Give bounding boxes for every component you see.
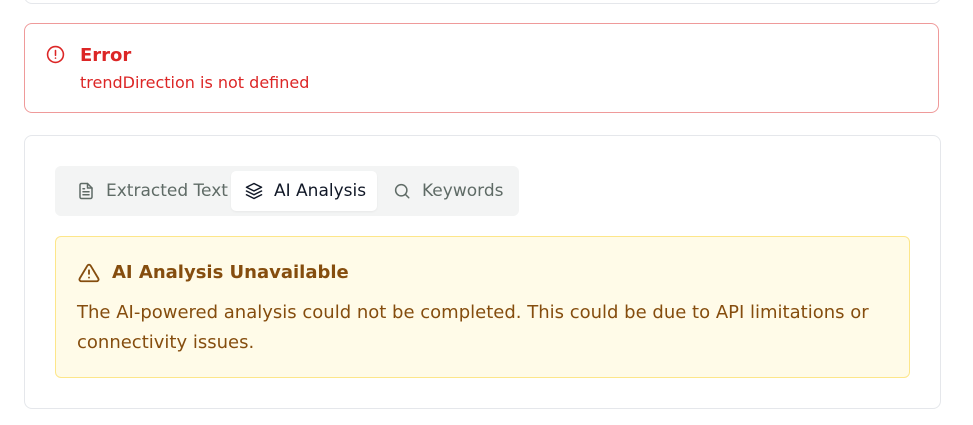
tab-ai-analysis[interactable]: AI Analysis [231,171,377,211]
file-text-icon [79,182,93,200]
tab-label: Keywords [422,181,504,201]
error-message: trendDirection is not defined [80,73,310,92]
search-icon [394,183,410,199]
alert-triangle-icon [78,263,100,283]
alert-description: The AI-powered analysis could not be com… [77,302,869,353]
error-title: Error [80,45,132,66]
layers-icon [245,182,263,200]
alert-title: AI Analysis Unavailable [112,262,349,283]
tab-keywords[interactable]: Keywords [379,171,515,211]
tab-label: AI Analysis [274,181,367,201]
ai-unavailable-alert: AI Analysis Unavailable The AI-powered a… [55,236,910,378]
tab-list: Extracted Text AI Analysis Keywords [55,166,519,216]
error-alert: Error trendDirection is not defined [24,23,939,113]
tab-extracted-text[interactable]: Extracted Text [65,171,233,211]
previous-card-edge [24,0,941,4]
alert-circle-icon [46,45,65,64]
tab-label: Extracted Text [106,181,228,201]
analysis-card: Extracted Text AI Analysis Keywords AI A… [24,135,941,409]
